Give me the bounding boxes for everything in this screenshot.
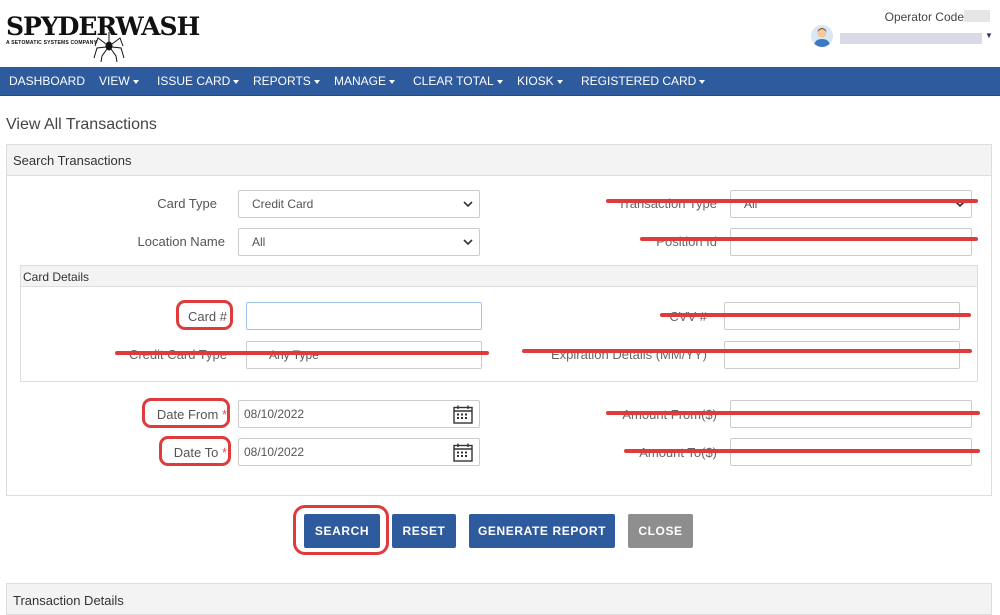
generate-report-button[interactable]: GENERATE REPORT xyxy=(469,514,615,548)
transaction-details-panel: Transaction Details xyxy=(6,583,992,615)
transaction-type-select[interactable]: All xyxy=(730,190,972,218)
expiration-input[interactable] xyxy=(724,341,960,369)
card-type-select[interactable]: Credit Card xyxy=(238,190,480,218)
nav-view-label: VIEW xyxy=(99,74,130,88)
calendar-icon[interactable] xyxy=(453,405,473,424)
caret-down-icon xyxy=(132,79,139,84)
operator-code-label: Operator Code xyxy=(884,10,964,24)
spyderwash-logo[interactable]: SPYDERWASH A SETOMATIC SYSTEMS COMPANY xyxy=(6,14,200,62)
close-button[interactable]: CLOSE xyxy=(628,514,693,548)
calendar-icon[interactable] xyxy=(453,443,473,462)
card-type-label: Card Type xyxy=(157,196,217,211)
nav-kiosk-label: KIOSK xyxy=(517,74,554,88)
nav-issue-card-label: ISSUE CARD xyxy=(157,74,231,88)
nav-manage-label: MANAGE xyxy=(334,74,387,88)
date-to-input[interactable]: 08/10/2022 xyxy=(238,438,480,466)
nav-registered-card-label: REGISTERED CARD xyxy=(581,74,697,88)
nav-registered-card[interactable]: REGISTERED CARD xyxy=(581,67,706,96)
card-number-input[interactable] xyxy=(246,302,482,330)
location-name-label: Location Name xyxy=(137,234,225,249)
transaction-details-title: Transaction Details xyxy=(13,593,124,608)
caret-down-icon xyxy=(556,79,563,84)
search-transactions-panel: Search Transactions Card Type Credit Car… xyxy=(6,144,992,496)
date-from-input[interactable]: 08/10/2022 xyxy=(238,400,480,428)
caret-down-icon xyxy=(233,79,240,84)
date-to-value: 08/10/2022 xyxy=(244,445,305,459)
card-type-value: Credit Card xyxy=(252,197,314,211)
card-details-title: Card Details xyxy=(23,270,90,284)
annotation-highlight xyxy=(142,398,230,428)
annotation-highlight xyxy=(176,300,233,330)
user-menu-caret-icon[interactable]: ▼ xyxy=(985,31,993,40)
caret-down-icon xyxy=(313,79,320,84)
annotation-strike xyxy=(522,349,972,353)
annotation-strike xyxy=(624,449,980,453)
annotation-strike xyxy=(115,351,489,355)
nav-issue-card[interactable]: ISSUE CARD xyxy=(157,67,240,96)
annotation-highlight xyxy=(293,505,389,555)
annotation-strike xyxy=(606,411,980,415)
top-header: SPYDERWASH A SETOMATIC SYSTEMS COMPANY O… xyxy=(0,0,1000,67)
credit-card-type-select[interactable]: Any Type xyxy=(246,341,482,369)
caret-down-icon xyxy=(699,79,706,84)
nav-reports[interactable]: REPORTS xyxy=(253,67,320,96)
spider-icon xyxy=(93,32,125,62)
panel-title: Search Transactions xyxy=(13,153,132,168)
annotation-strike xyxy=(606,199,978,203)
user-avatar-icon[interactable] xyxy=(811,25,833,47)
nav-kiosk[interactable]: KIOSK xyxy=(517,67,563,96)
logo-subtitle: A SETOMATIC SYSTEMS COMPANY xyxy=(6,40,98,46)
nav-dashboard[interactable]: DASHBOARD xyxy=(9,67,85,96)
nav-dashboard-label: DASHBOARD xyxy=(9,74,86,88)
position-id-input[interactable] xyxy=(730,228,972,256)
nav-clear-total-label: CLEAR TOTAL xyxy=(413,74,494,88)
nav-reports-label: REPORTS xyxy=(253,74,311,88)
location-name-select[interactable]: All xyxy=(238,228,480,256)
operator-code-value xyxy=(964,10,990,22)
panel-header: Search Transactions xyxy=(7,145,991,176)
card-details-panel: Card Details Card # Credit Card Type Any… xyxy=(20,265,978,382)
location-name-value: All xyxy=(252,235,266,249)
caret-down-icon xyxy=(389,79,396,84)
annotation-strike xyxy=(660,313,971,317)
main-navbar: DASHBOARD VIEW ISSUE CARD REPORTS MANAGE… xyxy=(0,67,1000,96)
card-details-header: Card Details xyxy=(21,266,977,287)
nav-clear-total[interactable]: CLEAR TOTAL xyxy=(413,67,503,96)
chevron-down-icon xyxy=(463,239,473,246)
caret-down-icon xyxy=(496,79,503,84)
chevron-down-icon xyxy=(463,201,473,208)
reset-button[interactable]: RESET xyxy=(392,514,456,548)
annotation-highlight xyxy=(159,436,231,466)
user-name[interactable] xyxy=(840,33,982,44)
date-from-value: 08/10/2022 xyxy=(244,407,305,421)
annotation-strike xyxy=(640,237,978,241)
nav-manage[interactable]: MANAGE xyxy=(334,67,396,96)
nav-view[interactable]: VIEW xyxy=(99,67,139,96)
page-title: View All Transactions xyxy=(6,116,157,133)
